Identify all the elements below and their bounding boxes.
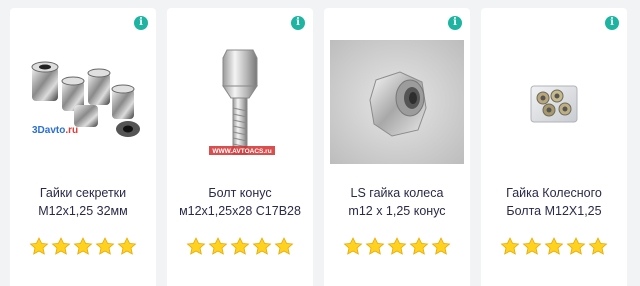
star-icon	[431, 237, 451, 257]
info-icon[interactable]: i	[448, 16, 462, 30]
product-image[interactable]	[330, 36, 464, 168]
product-title[interactable]: Гайка Колесного Болта М12Х1,25	[485, 184, 623, 220]
star-icon	[29, 237, 49, 257]
star-icon	[73, 237, 93, 257]
star-icon	[566, 237, 586, 257]
rating-stars	[10, 237, 156, 257]
product-title-line: m12 x 1,25 конус	[348, 204, 446, 218]
product-title-line: Гайки секретки	[39, 186, 127, 200]
product-title[interactable]: Гайки секретки М12х1,25 32мм	[14, 184, 152, 220]
watermark-text: WWW.AVTOACS.ru	[212, 148, 271, 155]
star-icon	[117, 237, 137, 257]
product-image[interactable]	[487, 36, 621, 168]
star-icon	[274, 237, 294, 257]
star-icon	[230, 237, 250, 257]
star-icon	[252, 237, 272, 257]
star-icon	[500, 237, 520, 257]
product-title[interactable]: LS гайка колеса m12 x 1,25 конус	[328, 184, 466, 220]
star-icon	[522, 237, 542, 257]
product-card[interactable]: i	[324, 8, 470, 286]
star-icon	[588, 237, 608, 257]
star-icon	[208, 237, 228, 257]
rating-stars	[481, 237, 627, 257]
rating-stars	[167, 237, 313, 257]
info-icon[interactable]: i	[291, 16, 305, 30]
star-icon	[95, 237, 115, 257]
watermark-logo: 3Davto.ru	[32, 125, 79, 136]
product-title-line: Гайка Колесного	[506, 186, 602, 200]
product-grid: i 3Davto.ru Гайки секретки М12х1,25 32мм…	[0, 0, 640, 286]
product-image[interactable]	[16, 36, 150, 168]
product-title-line: м12х1,25х28 С17В28	[179, 204, 301, 218]
star-icon	[409, 237, 429, 257]
product-card[interactable]: i Гайка Колесного Болта М12Х1,25	[481, 8, 627, 286]
star-icon	[343, 237, 363, 257]
rating-stars	[324, 237, 470, 257]
star-icon	[544, 237, 564, 257]
product-title-line: Болт конус	[208, 186, 272, 200]
product-title-line: М12х1,25 32мм	[38, 204, 128, 218]
product-card[interactable]: i	[10, 8, 156, 286]
product-card[interactable]: i	[167, 8, 313, 286]
product-title-line: LS гайка колеса	[350, 186, 444, 200]
star-icon	[186, 237, 206, 257]
info-icon[interactable]: i	[605, 16, 619, 30]
star-icon	[387, 237, 407, 257]
star-icon	[51, 237, 71, 257]
product-image[interactable]: WWW.AVTOACS.ru	[173, 36, 307, 168]
product-title[interactable]: Болт конус м12х1,25х28 С17В28	[171, 184, 309, 220]
info-icon[interactable]: i	[134, 16, 148, 30]
product-title-line: Болта М12Х1,25	[506, 204, 602, 218]
star-icon	[365, 237, 385, 257]
